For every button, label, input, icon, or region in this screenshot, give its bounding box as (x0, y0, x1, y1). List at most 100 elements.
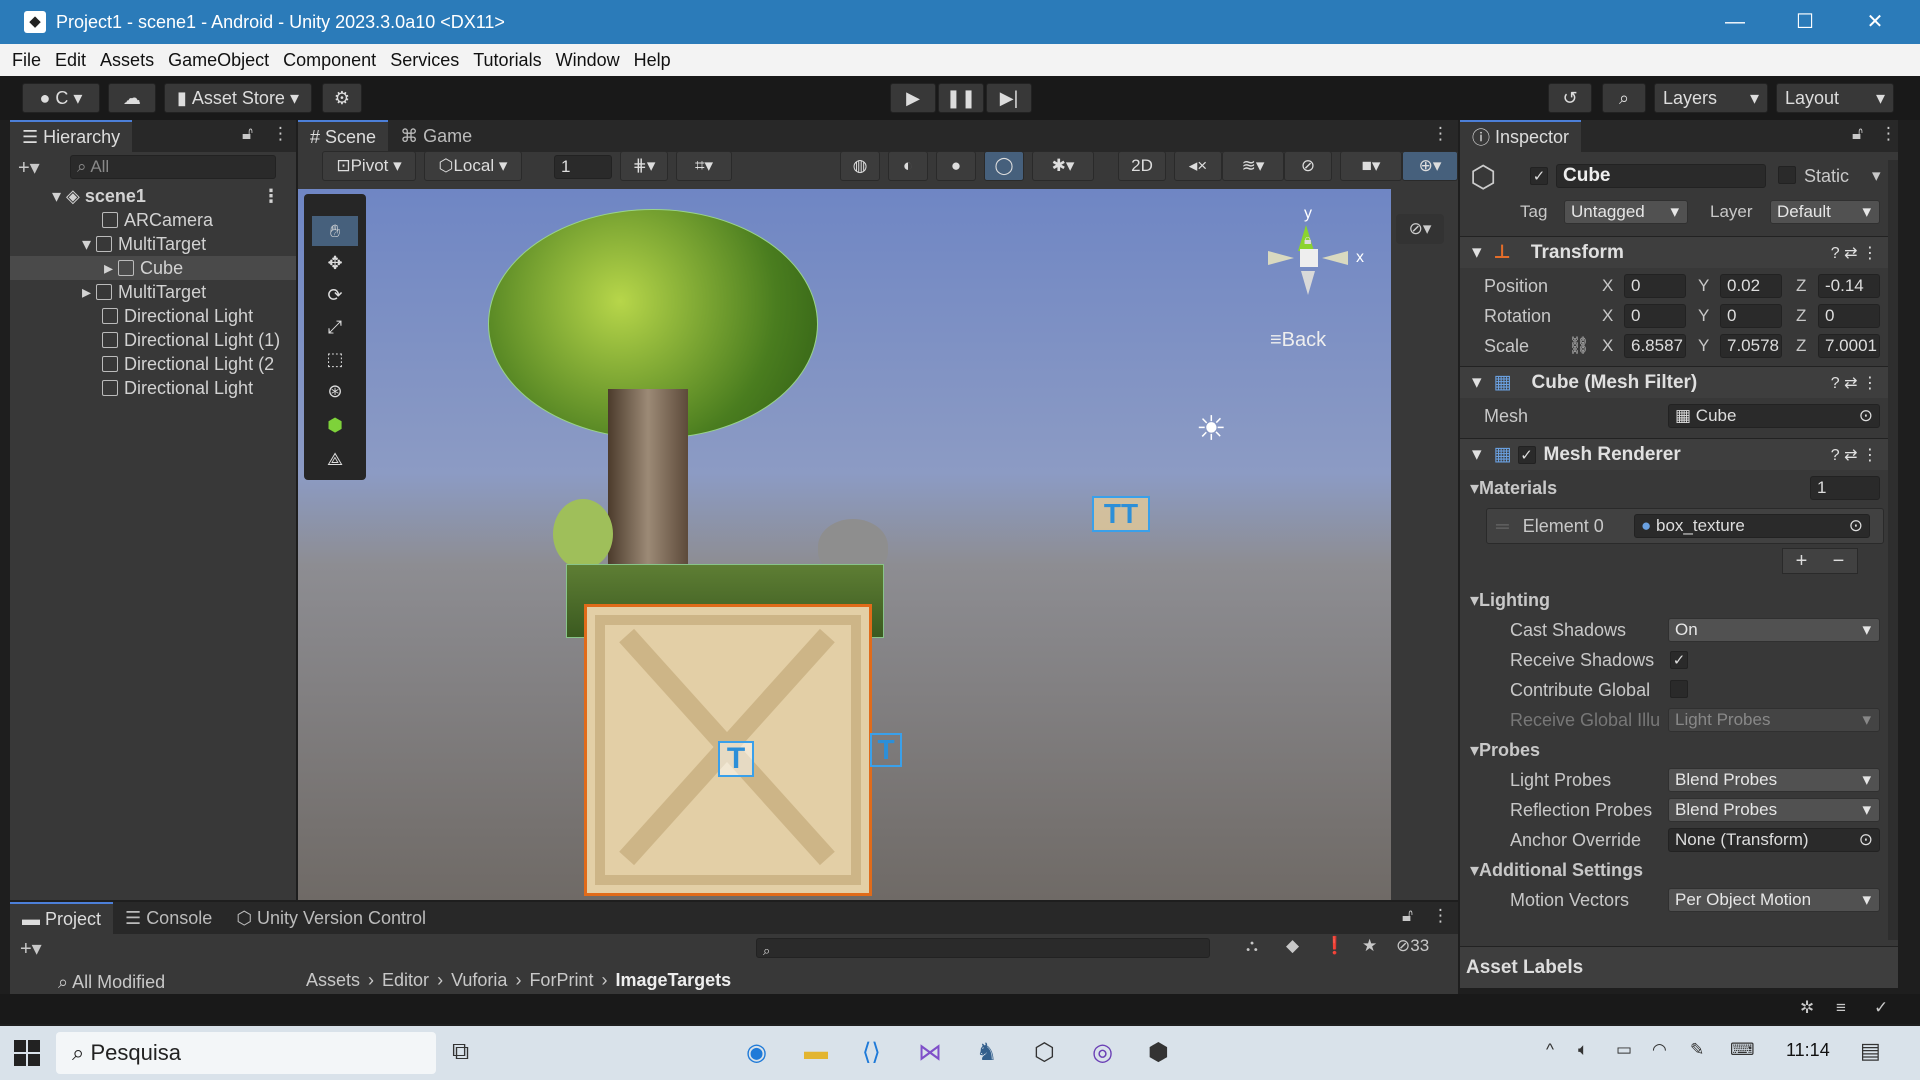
component-menu-icons[interactable]: ? ⇄ ⋮ (1831, 445, 1878, 465)
mesh-filter-header[interactable]: ▾ ▦ Cube (Mesh Filter)? ⇄ ⋮ (1460, 366, 1898, 398)
more-icon[interactable]: ⋮ (272, 124, 289, 144)
pause-button[interactable]: ❚❚ (938, 83, 984, 113)
expand-arrow-icon[interactable]: ▾ (1470, 740, 1479, 761)
audio-toggle-button[interactable]: ◂× (1174, 151, 1222, 181)
remove-icon[interactable]: − (1833, 550, 1845, 573)
check-circle-icon[interactable]: ✓ (1874, 998, 1888, 1018)
scene-root[interactable]: ▾ ◈ scene1 ⋮ (10, 184, 296, 208)
taskbar-search-input[interactable]: ⌕ Pesquisa (56, 1032, 436, 1074)
position-y-input[interactable]: 0.02 (1720, 274, 1782, 298)
custom-tool-button[interactable]: ⬢ (312, 410, 358, 440)
windows-start-icon[interactable] (14, 1040, 40, 1066)
menu-component[interactable]: Component (283, 50, 376, 71)
transform-header[interactable]: ▾ ⊥ Transform? ⇄ ⋮ (1460, 236, 1898, 268)
label-icon[interactable]: ◆ (1286, 936, 1299, 956)
menu-gameobject[interactable]: GameObject (168, 50, 269, 71)
warning-icon[interactable]: ❗ (1324, 936, 1345, 956)
inspector-scrollbar[interactable] (1888, 160, 1898, 940)
expand-arrow-icon[interactable]: ▾ (1470, 590, 1479, 611)
cache-icon[interactable]: ≡ (1836, 998, 1846, 1018)
hierarchy-item-light-3[interactable]: Directional Light (10, 376, 296, 400)
menu-services[interactable]: Services (390, 50, 459, 71)
gizmos-button[interactable]: ⊕▾ (1402, 151, 1458, 181)
tray-chevron-icon[interactable]: ^ (1546, 1040, 1554, 1060)
scene-viewport[interactable]: T T TT ☀ y x 🔒︎ ≡Back (298, 189, 1391, 900)
increment-snap-button[interactable]: ⌗▾ (676, 151, 732, 181)
keyboard-icon[interactable]: ⌨ (1730, 1040, 1755, 1060)
rotate-tool-button[interactable]: ⟳ (312, 280, 358, 310)
hierarchy-item-light-1[interactable]: Directional Light (1) (10, 328, 296, 352)
anchor-override-field[interactable]: None (Transform) ⊙ (1668, 828, 1880, 852)
expand-arrow-icon[interactable]: ▾ (1470, 860, 1479, 881)
hierarchy-item-multitarget[interactable]: ▾ MultiTarget (10, 232, 296, 256)
history-button[interactable]: ↺ (1548, 83, 1592, 113)
rotation-x-input[interactable]: 0 (1624, 304, 1686, 328)
hierarchy-item-cube[interactable]: ▸ Cube (10, 256, 296, 280)
star-icon[interactable]: ★ (1362, 936, 1377, 956)
tab-project[interactable]: ▬ Project (10, 902, 114, 934)
camera-button[interactable]: ■▾ (1340, 151, 1402, 181)
cast-shadows-dropdown[interactable]: On (1668, 618, 1880, 642)
task-view-icon[interactable]: ⧉ (452, 1038, 469, 1066)
axis-neg-y-cone[interactable] (1301, 271, 1315, 295)
mesh-field[interactable]: ▦ Cube ⊙ (1668, 404, 1880, 428)
object-picker-icon[interactable]: ⊙ (1849, 515, 1863, 537)
hierarchy-search-input[interactable]: ⌕ All (70, 155, 276, 179)
tab-game[interactable]: ⌘ Game (388, 120, 484, 152)
component-menu-icons[interactable]: ? ⇄ ⋮ (1831, 243, 1878, 263)
lock-icon[interactable]: 🔓︎ (242, 124, 253, 144)
notifications-icon[interactable]: ▤ (1860, 1038, 1881, 1064)
more-icon[interactable]: ⋮ (262, 186, 280, 207)
battery-icon[interactable]: ▭ (1616, 1040, 1632, 1060)
file-explorer-icon[interactable]: ▬ (804, 1038, 828, 1066)
move-tool-button[interactable]: ✥ (312, 248, 358, 278)
maximize-button[interactable]: ☐ (1770, 0, 1840, 44)
more-icon[interactable]: ⋮ (1432, 124, 1449, 144)
object-picker-icon[interactable]: ⊙ (1859, 829, 1873, 851)
element0-field[interactable]: ● box_texture ⊙ (1634, 514, 1870, 538)
expand-arrow-icon[interactable]: ▾ (1470, 478, 1479, 499)
position-x-input[interactable]: 0 (1624, 274, 1686, 298)
gizmo-view-label[interactable]: ≡Back (1270, 329, 1326, 352)
vscode-icon[interactable]: ⟨⟩ (862, 1038, 881, 1067)
rotation-y-input[interactable]: 0 (1720, 304, 1782, 328)
component-menu-icons[interactable]: ? ⇄ ⋮ (1831, 373, 1878, 393)
account-button[interactable]: ● C ▾ (22, 83, 100, 113)
transform-tool-button[interactable]: ⊛ (312, 376, 358, 406)
breadcrumb-imagetargets[interactable]: ImageTargets (615, 970, 731, 991)
tag-dropdown[interactable]: Untagged (1564, 200, 1688, 224)
contribute-global-checkbox[interactable] (1670, 680, 1688, 703)
shading-wire-button[interactable]: ◐ (888, 151, 928, 181)
app-icon[interactable]: ◎ (1092, 1038, 1113, 1067)
grid-snap-button[interactable]: ⋕▾ (620, 151, 668, 181)
debug-draw-button[interactable]: ✱▾ (1032, 151, 1094, 181)
light-probes-dropdown[interactable]: Blend Probes (1668, 768, 1880, 792)
scale-x-input[interactable]: 6.8587 (1624, 334, 1686, 358)
more-icon[interactable]: ⋮ (1880, 124, 1897, 144)
receive-shadows-checkbox[interactable]: ✓ (1670, 650, 1688, 670)
chevron-down-icon[interactable]: ▾ (1872, 166, 1881, 186)
pivot-dropdown[interactable]: ⊡ Pivot ▾ (322, 151, 416, 181)
lock-icon[interactable]: 🔓︎ (1402, 906, 1413, 926)
volume-icon[interactable]: 🔈︎ (1578, 1040, 1588, 1060)
breadcrumb-assets[interactable]: Assets (306, 970, 360, 991)
tab-inspector[interactable]: ⓘ Inspector (1460, 120, 1582, 152)
hierarchy-item-light[interactable]: Directional Light (10, 304, 296, 328)
scale-z-input[interactable]: 7.0001 (1818, 334, 1880, 358)
scale-tool-button[interactable]: ⤢ (312, 312, 358, 342)
object-picker-icon[interactable]: ⊙ (1859, 405, 1873, 427)
rotation-z-input[interactable]: 0 (1818, 304, 1880, 328)
postgres-icon[interactable]: ♞ (976, 1038, 998, 1067)
probe-tool-button[interactable]: ⟁ (312, 444, 358, 474)
unity-editor-icon[interactable]: ⬢ (1148, 1038, 1169, 1067)
visual-studio-icon[interactable]: ⋈ (918, 1038, 942, 1067)
orientation-gizmo[interactable]: y x (1262, 205, 1372, 319)
asset-store-button[interactable]: ▮ Asset Store ▾ (164, 83, 312, 113)
debug-mode-icon[interactable]: ✲ (1800, 998, 1814, 1018)
menu-window[interactable]: Window (556, 50, 620, 71)
add-icon[interactable]: + (1796, 550, 1808, 573)
hidden-packages-button[interactable]: ⊘33 (1396, 936, 1429, 956)
mesh-renderer-header[interactable]: ▾ ▦ ✓ Mesh Renderer? ⇄ ⋮ (1460, 438, 1898, 470)
play-button[interactable]: ▶ (890, 83, 936, 113)
asset-labels-section[interactable]: Asset Labels (1460, 946, 1898, 988)
